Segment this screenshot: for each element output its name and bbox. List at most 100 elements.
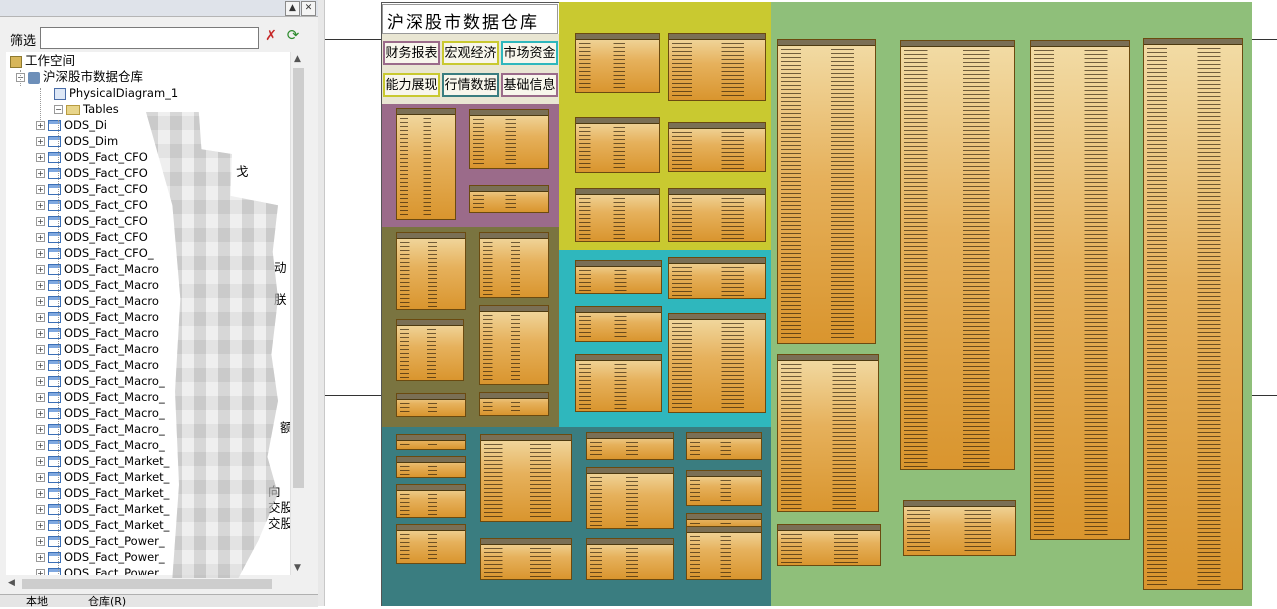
table-entity[interactable] — [575, 306, 662, 342]
expand-icon[interactable]: + — [36, 393, 45, 402]
table-entity[interactable] — [777, 524, 881, 566]
table-tree-item[interactable]: + ODS_Fact_Power — [36, 565, 159, 575]
expand-icon[interactable]: + — [36, 265, 45, 274]
expand-icon[interactable]: + — [36, 185, 45, 194]
tree-node[interactable]: − 沪深股市数据仓库 — [16, 69, 143, 85]
expand-icon[interactable]: + — [36, 377, 45, 386]
table-entity[interactable] — [575, 33, 660, 93]
clear-filter-icon[interactable]: ✗ — [263, 28, 279, 44]
tree-node[interactable]: 工作空间 — [10, 53, 75, 69]
table-entity[interactable] — [575, 260, 662, 294]
vertical-scroll-thumb[interactable] — [293, 68, 304, 488]
table-tree-item[interactable]: + ODS_Fact_CFO — [36, 149, 148, 165]
table-tree-item[interactable]: + ODS_Fact_Macro — [36, 309, 159, 325]
expand-icon[interactable]: + — [36, 361, 45, 370]
scroll-left-icon[interactable]: ◀ — [8, 578, 15, 588]
expand-icon[interactable]: + — [36, 489, 45, 498]
table-entity[interactable] — [668, 122, 766, 172]
close-panel-button[interactable]: ✕ — [301, 1, 316, 16]
expand-icon[interactable]: + — [36, 297, 45, 306]
table-tree-item[interactable]: + ODS_Fact_Macro — [36, 341, 159, 357]
category-macro-economy[interactable]: 宏观经济 — [442, 41, 499, 65]
table-tree-item[interactable]: + ODS_Fact_Macro_ — [36, 421, 165, 437]
refresh-icon[interactable]: ⟳ — [285, 27, 301, 43]
table-entity[interactable] — [396, 232, 466, 310]
table-entity[interactable] — [396, 319, 464, 381]
scroll-up-icon[interactable]: ▲ — [294, 54, 301, 64]
table-entity[interactable] — [1143, 38, 1243, 590]
table-tree-item[interactable]: + ODS_Fact_Macro_ — [36, 373, 165, 389]
table-entity[interactable] — [396, 524, 466, 564]
table-entity[interactable] — [575, 354, 662, 412]
table-entity[interactable] — [479, 392, 549, 416]
table-entity[interactable] — [903, 500, 1016, 556]
expand-icon[interactable]: + — [36, 537, 45, 546]
horizontal-scroll-thumb[interactable] — [22, 579, 272, 589]
table-tree-item[interactable]: + ODS_Fact_Market_ — [36, 469, 169, 485]
table-tree-item[interactable]: + ODS_Fact_CFO — [36, 197, 148, 213]
tab-repository[interactable]: 仓库(R) — [70, 595, 126, 608]
table-entity[interactable] — [469, 109, 549, 169]
expand-icon[interactable]: + — [36, 201, 45, 210]
diagram-title-box[interactable]: 沪深股市数据仓库 — [382, 4, 558, 34]
scroll-down-icon[interactable]: ▼ — [294, 563, 301, 573]
table-entity[interactable] — [396, 456, 466, 478]
category-market-funds[interactable]: 市场资金 — [501, 41, 558, 65]
table-tree-item[interactable]: + ODS_Fact_Macro — [36, 357, 159, 373]
table-entity[interactable] — [686, 470, 762, 506]
expand-icon[interactable]: + — [36, 281, 45, 290]
expand-icon[interactable]: + — [36, 553, 45, 562]
table-tree-item[interactable]: + ODS_Fact_CFO_ — [36, 245, 154, 261]
table-tree-item[interactable]: + ODS_Fact_Macro_ — [36, 405, 165, 421]
vertical-scrollbar[interactable]: ▲ ▼ — [290, 52, 307, 575]
table-entity[interactable] — [575, 188, 660, 242]
expand-icon[interactable]: + — [36, 425, 45, 434]
table-entity[interactable] — [396, 393, 466, 417]
table-tree-item[interactable]: + ODS_Fact_Macro_ — [36, 389, 165, 405]
table-entity[interactable] — [396, 108, 456, 220]
table-tree-item[interactable]: + ODS_Fact_Macro — [36, 293, 159, 309]
table-entity[interactable] — [469, 185, 549, 213]
tree-node[interactable]: PhysicalDiagram_1 — [54, 85, 178, 101]
expand-icon[interactable]: + — [36, 457, 45, 466]
table-tree-item[interactable]: + ODS_Fact_CFO — [36, 181, 148, 197]
horizontal-scrollbar[interactable]: ◀ — [6, 576, 290, 592]
table-entity[interactable] — [479, 232, 549, 298]
expand-icon[interactable]: + — [36, 217, 45, 226]
expand-icon[interactable]: + — [36, 521, 45, 530]
table-entity[interactable] — [777, 354, 879, 512]
table-entity[interactable] — [900, 40, 1015, 470]
category-quote-data[interactable]: 行情数据 — [442, 73, 499, 97]
table-tree-item[interactable]: + ODS_Dim — [36, 133, 118, 149]
table-entity[interactable] — [668, 33, 766, 101]
table-entity[interactable] — [586, 467, 674, 529]
table-tree-item[interactable]: + ODS_Fact_Macro — [36, 277, 159, 293]
table-tree-item[interactable]: + ODS_Fact_Market_ — [36, 517, 169, 533]
expand-icon[interactable]: + — [36, 505, 45, 514]
expand-icon[interactable]: + — [36, 441, 45, 450]
table-tree-item[interactable]: + ODS_Di — [36, 117, 107, 133]
table-tree-item[interactable]: + ODS_Fact_Market_ — [36, 501, 169, 517]
table-tree-item[interactable]: + ODS_Fact_Power_ — [36, 533, 165, 549]
collapse-icon[interactable]: − — [54, 105, 63, 114]
table-entity[interactable] — [575, 117, 660, 173]
category-capability[interactable]: 能力展现 — [383, 73, 440, 97]
table-entity[interactable] — [396, 434, 466, 450]
table-entity[interactable] — [479, 305, 549, 385]
table-tree-item[interactable]: + ODS_Fact_CFO — [36, 213, 148, 229]
expand-icon[interactable]: + — [36, 121, 45, 130]
table-entity[interactable] — [396, 484, 466, 518]
table-tree-item[interactable]: + ODS_Fact_Macro — [36, 325, 159, 341]
table-tree-item[interactable]: + ODS_Fact_Macro — [36, 261, 159, 277]
panel-splitter[interactable] — [318, 0, 325, 606]
expand-icon[interactable]: + — [36, 249, 45, 258]
auto-hide-pin-button[interactable]: ▲ — [285, 1, 300, 16]
table-tree-item[interactable]: + ODS_Fact_CFO — [36, 229, 148, 245]
category-financial-reports[interactable]: 财务报表 — [383, 41, 440, 65]
table-entity[interactable] — [480, 538, 572, 580]
table-entity[interactable] — [668, 188, 766, 242]
expand-icon[interactable]: + — [36, 409, 45, 418]
expand-icon[interactable]: + — [36, 169, 45, 178]
table-entity[interactable] — [586, 432, 674, 460]
tree-node[interactable]: − Tables — [54, 101, 119, 117]
